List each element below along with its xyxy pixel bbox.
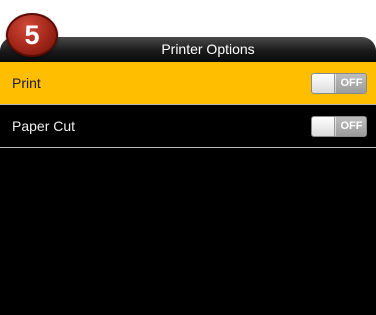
option-label-paper-cut: Paper Cut [12, 118, 76, 134]
printer-options-screen: Printer Options 5 Print OFF Paper Cut OF… [0, 0, 376, 315]
toggle-state-label: OFF [336, 117, 366, 136]
option-label-print: Print [12, 75, 41, 91]
toggle-knob [312, 74, 335, 93]
option-row-paper-cut[interactable]: Paper Cut OFF [0, 105, 376, 147]
step-number: 5 [24, 20, 40, 50]
toggle-state-label: OFF [336, 74, 366, 93]
paper-cut-toggle[interactable]: OFF [311, 116, 367, 137]
row-divider [0, 147, 376, 148]
option-row-print[interactable]: Print OFF [0, 62, 376, 104]
print-toggle[interactable]: OFF [311, 73, 367, 94]
step-number-badge: 5 [6, 13, 58, 57]
toggle-knob [312, 117, 335, 136]
options-list: Print OFF Paper Cut OFF [0, 62, 376, 315]
